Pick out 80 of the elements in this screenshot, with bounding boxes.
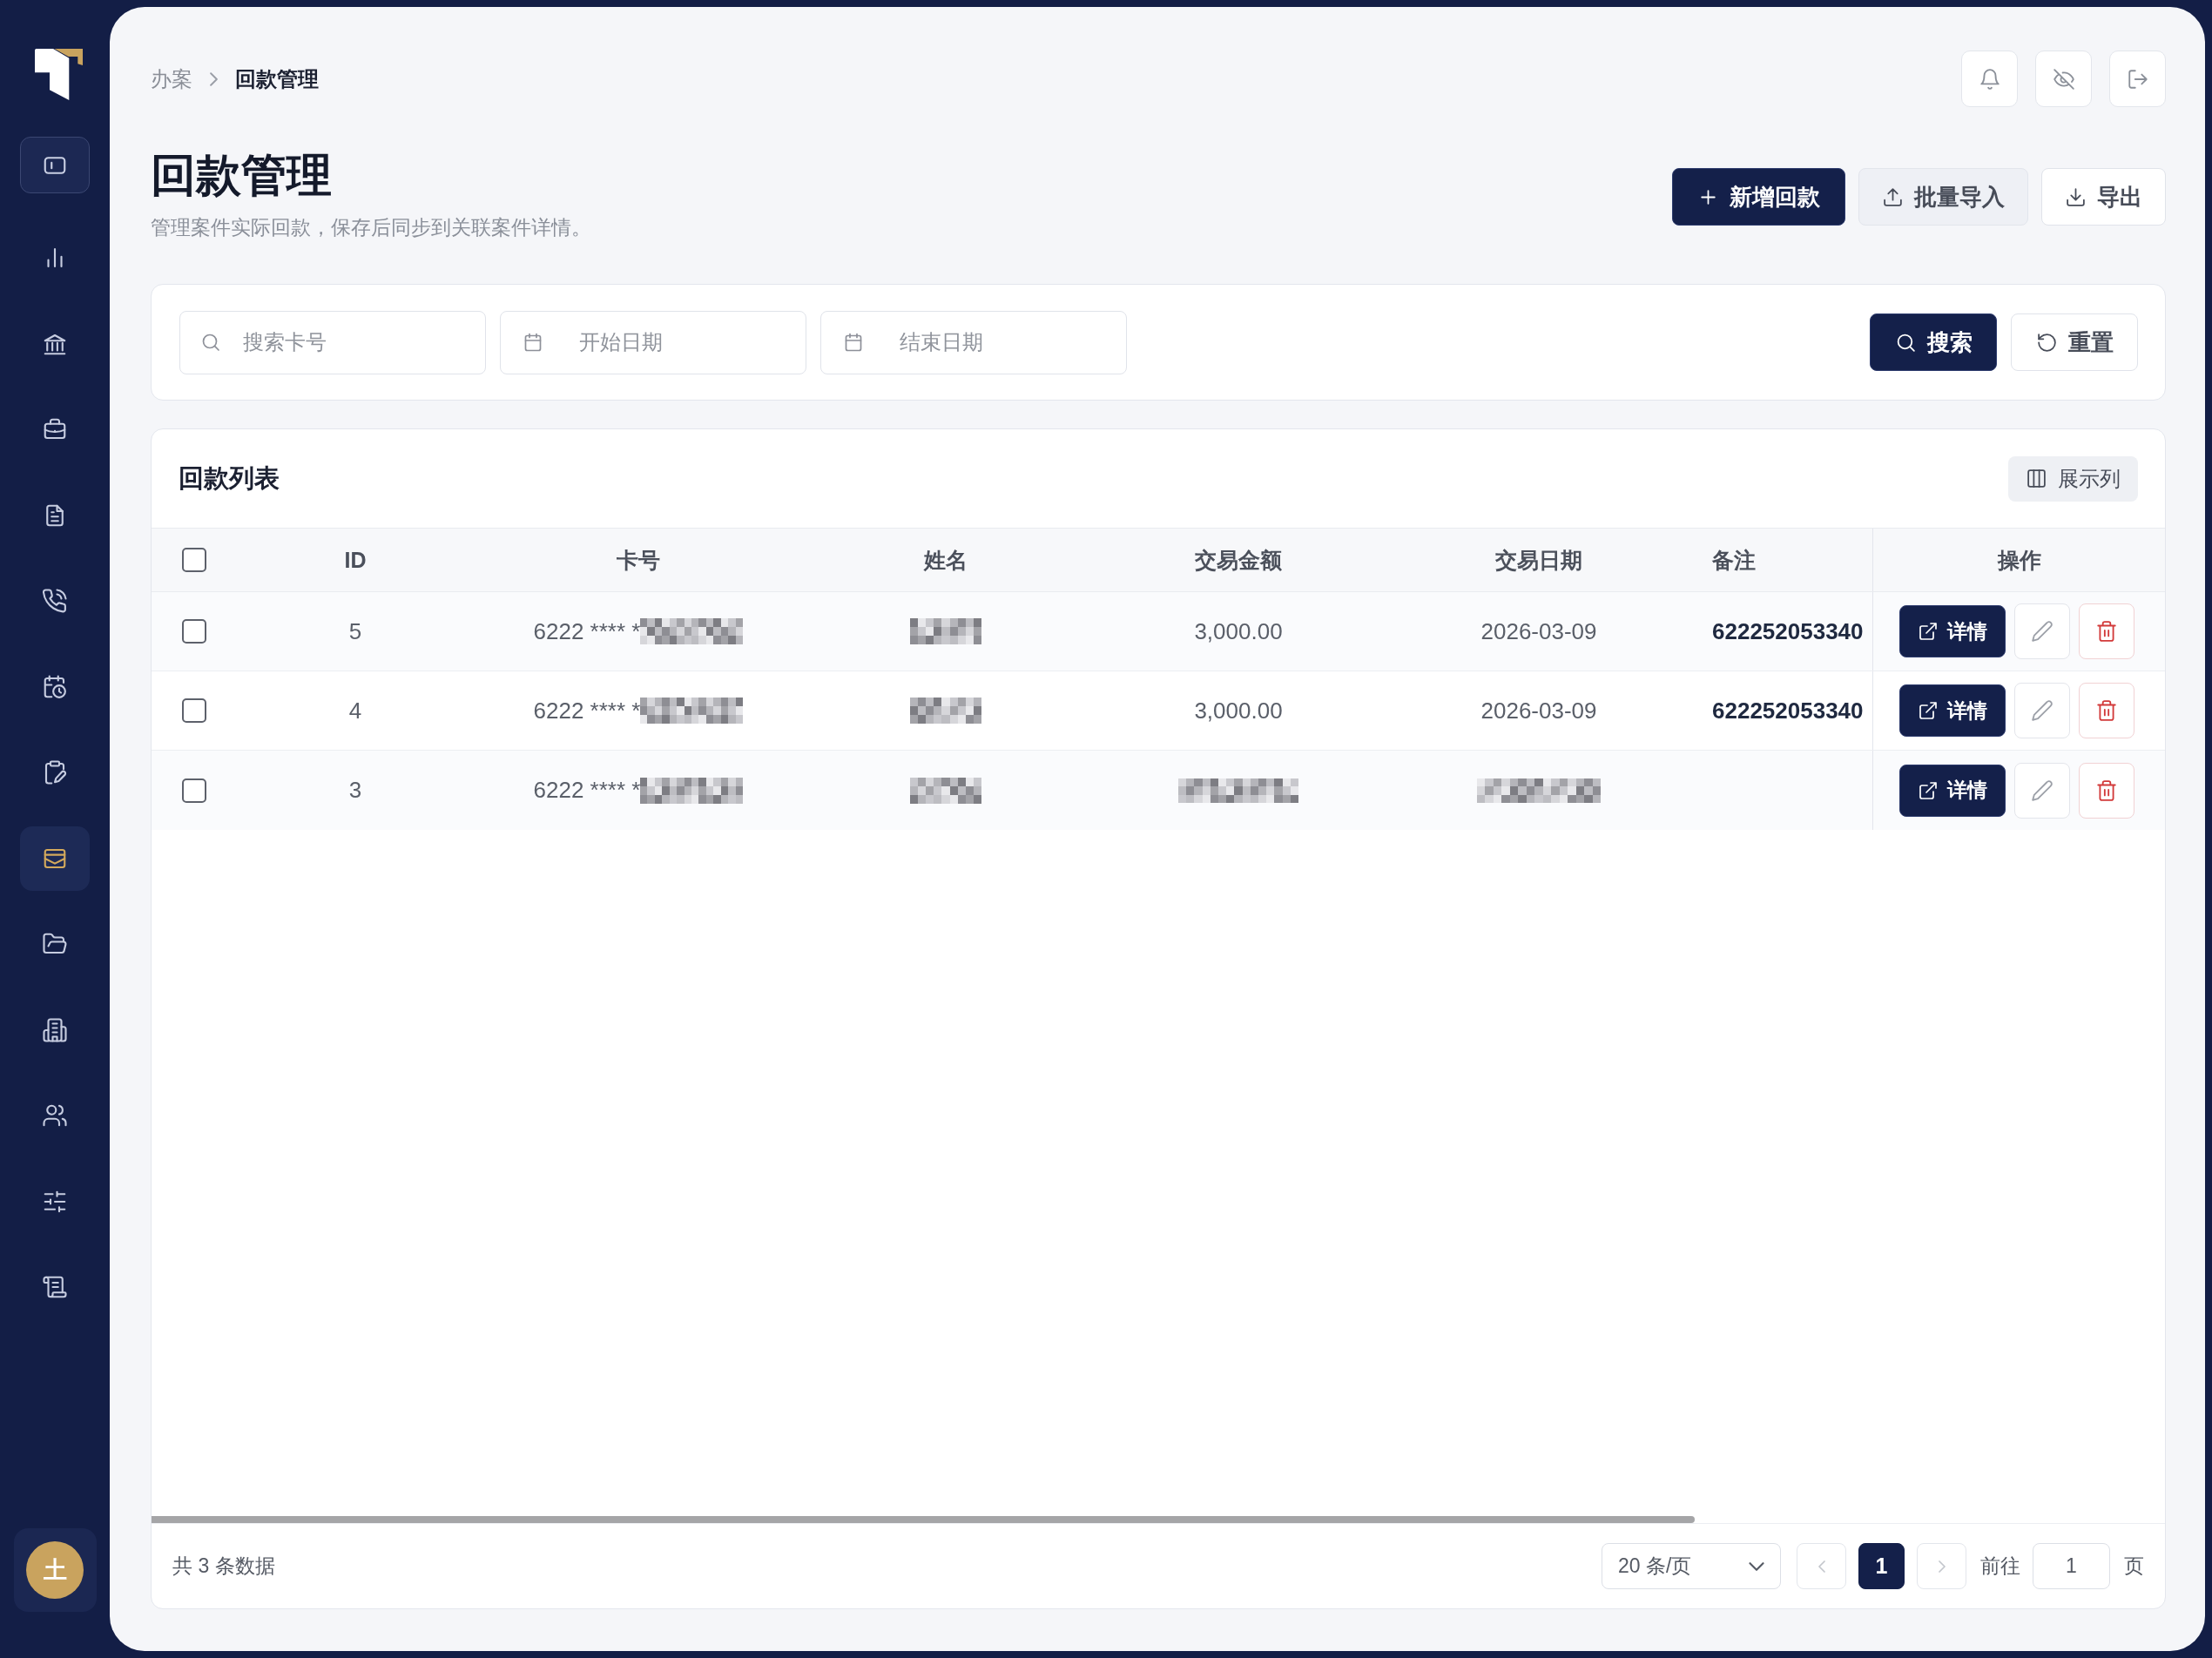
breadcrumb-item: 回款管理 bbox=[235, 65, 319, 92]
column-header: 姓名 bbox=[924, 546, 968, 574]
delete-button[interactable] bbox=[2079, 683, 2134, 738]
table-cell: 3 bbox=[348, 777, 362, 804]
column-header: 备注 bbox=[1712, 546, 1756, 574]
scroll-icon bbox=[42, 1274, 68, 1300]
page-subtitle: 管理案件实际回款，保存后同步到关联案件详情。 bbox=[151, 215, 591, 240]
card-number-text: 6222 **** * bbox=[533, 617, 641, 645]
checkbox[interactable] bbox=[182, 778, 206, 803]
bell-icon bbox=[1978, 67, 2001, 91]
table-cell: 622252053340 bbox=[1712, 617, 1864, 645]
trash-icon bbox=[2095, 778, 2118, 802]
reset-button[interactable]: 重置 bbox=[2011, 313, 2138, 371]
external-link-icon bbox=[1918, 621, 1939, 642]
chevron-down-icon bbox=[1749, 1561, 1764, 1571]
upload-icon bbox=[1882, 185, 1904, 208]
columns-icon bbox=[2026, 468, 2047, 489]
column-header: 交易金额 bbox=[1195, 546, 1282, 574]
total-count: 共 3 条数据 bbox=[172, 1554, 275, 1579]
building-icon bbox=[42, 1016, 68, 1043]
checkbox[interactable] bbox=[182, 619, 206, 644]
page-input[interactable]: 1 bbox=[2033, 1543, 2110, 1589]
chevron-right-icon bbox=[210, 71, 218, 86]
action-button[interactable]: 批量导入 bbox=[1858, 168, 2028, 226]
sidebar-toggle-button[interactable] bbox=[20, 137, 90, 193]
page-size-select[interactable]: 20 条/页 bbox=[1602, 1543, 1781, 1589]
table-cell: 2026-03-09 bbox=[1480, 697, 1597, 725]
pencil-icon bbox=[2031, 778, 2054, 802]
search-button[interactable]: 搜索 bbox=[1870, 313, 1997, 371]
action-button[interactable]: 导出 bbox=[2041, 168, 2166, 226]
phone-icon bbox=[42, 588, 68, 614]
eye-off-icon bbox=[2052, 67, 2075, 91]
download-icon bbox=[2065, 185, 2087, 208]
action-button[interactable]: 新增回款 bbox=[1672, 168, 1845, 226]
detail-button[interactable]: 详情 bbox=[1899, 684, 2006, 737]
table-title: 回款列表 bbox=[179, 462, 280, 494]
date-field[interactable]: 开始日期 bbox=[500, 310, 806, 374]
column-header: 交易日期 bbox=[1495, 546, 1582, 574]
table-cell: 5 bbox=[348, 617, 362, 645]
calendar-clock-icon bbox=[42, 673, 68, 700]
detail-button[interactable]: 详情 bbox=[1899, 605, 2006, 657]
column-settings-button[interactable]: 展示列 bbox=[2008, 455, 2138, 502]
external-link-icon bbox=[1918, 779, 1939, 801]
checkbox[interactable] bbox=[182, 698, 206, 723]
card-number-text: 6222 **** * bbox=[533, 697, 641, 725]
goto-label: 前往 bbox=[1980, 1554, 2020, 1579]
hide-button[interactable] bbox=[2035, 51, 2092, 107]
logout-icon bbox=[2126, 67, 2149, 91]
trash-icon bbox=[2095, 620, 2118, 643]
column-header: ID bbox=[344, 547, 367, 573]
pencil-icon bbox=[2031, 620, 2054, 643]
search-field[interactable]: 搜索卡号 bbox=[179, 310, 486, 374]
table-cell: 2026-03-09 bbox=[1480, 617, 1597, 645]
table-cell: 4 bbox=[348, 697, 362, 725]
logo-icon bbox=[34, 49, 83, 100]
table-cell: 3,000.00 bbox=[1194, 617, 1283, 645]
trash-icon bbox=[2095, 699, 2118, 722]
chevron-left-icon bbox=[1817, 1560, 1825, 1573]
delete-button[interactable] bbox=[2079, 762, 2134, 819]
delete-button[interactable] bbox=[2079, 603, 2134, 659]
page-suffix: 页 bbox=[2124, 1554, 2144, 1579]
table-cell: 3,000.00 bbox=[1194, 697, 1283, 725]
detail-button[interactable]: 详情 bbox=[1899, 764, 2006, 817]
users-icon bbox=[42, 1102, 68, 1129]
column-header: 卡号 bbox=[617, 546, 660, 574]
calendar-icon bbox=[843, 331, 864, 353]
reset-icon bbox=[2035, 331, 2058, 354]
column-header: 操作 bbox=[1997, 546, 2041, 574]
nav-item[interactable] bbox=[20, 826, 90, 891]
chevron-right-icon bbox=[1938, 1560, 1946, 1573]
table-cell: 622252053340 bbox=[1712, 697, 1864, 725]
card-number-text: 6222 **** * bbox=[533, 777, 641, 804]
page-title: 回款管理 bbox=[151, 149, 333, 201]
external-link-icon bbox=[1918, 700, 1939, 721]
calendar-icon bbox=[523, 331, 543, 353]
date-field[interactable]: 结束日期 bbox=[820, 310, 1127, 374]
scrollbar-thumb[interactable] bbox=[152, 1516, 1695, 1523]
checkbox[interactable] bbox=[182, 548, 206, 572]
pencil-icon bbox=[2031, 699, 2054, 722]
page-button[interactable]: 1 bbox=[1858, 1543, 1905, 1589]
